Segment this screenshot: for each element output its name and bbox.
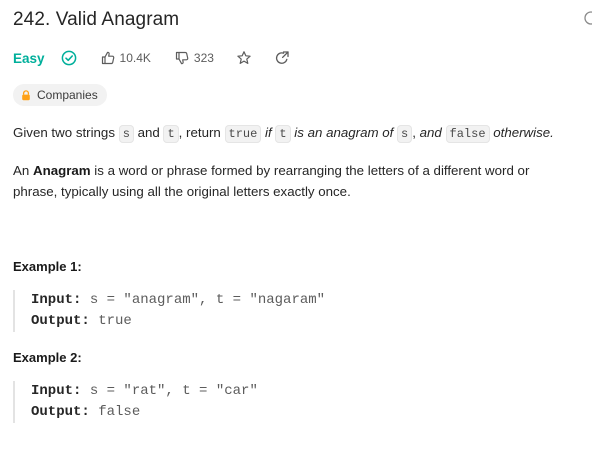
- example-block: Input: s = "rat", t = "car" Output: fals…: [13, 381, 553, 423]
- inline-code: false: [445, 125, 490, 143]
- like-count: 10.4K: [119, 51, 151, 65]
- input-label: Input:: [31, 292, 82, 308]
- description-paragraph: Given two strings s and t, return true i…: [13, 122, 573, 145]
- output-value: false: [89, 404, 141, 420]
- input-value: s = "anagram", t = "nagaram": [81, 292, 326, 308]
- text: Given two strings: [13, 125, 119, 140]
- lock-icon: [21, 89, 31, 101]
- star-icon[interactable]: [236, 50, 252, 66]
- companies-label: Companies: [37, 88, 98, 102]
- example-block: Input: s = "anagram", t = "nagaram" Outp…: [13, 290, 553, 332]
- description-paragraph: An Anagram is a word or phrase formed by…: [13, 160, 573, 202]
- inline-code: true: [224, 125, 262, 143]
- problem-title[interactable]: 242. Valid Anagram: [13, 9, 179, 31]
- example-output-line: Output: true: [31, 311, 553, 332]
- text: , return: [178, 125, 225, 140]
- example-input-line: Input: s = "anagram", t = "nagaram": [31, 290, 553, 311]
- text: is a word or phrase formed by rearrangin…: [13, 163, 530, 199]
- input-label: Input:: [31, 383, 82, 399]
- thumbs-down-icon: [174, 50, 190, 66]
- share-icon[interactable]: [274, 50, 290, 66]
- italic-text: and: [419, 125, 442, 140]
- example-title: Example 1:: [13, 259, 82, 274]
- like-button[interactable]: 10.4K: [100, 50, 151, 66]
- inline-code: s: [397, 125, 413, 143]
- difficulty-badge: Easy: [13, 50, 45, 66]
- output-label: Output:: [31, 313, 90, 329]
- bold-text: Anagram: [32, 163, 91, 178]
- italic-text: if: [265, 125, 272, 140]
- text: [442, 125, 446, 140]
- text: and: [133, 125, 164, 140]
- text: ,: [412, 125, 420, 140]
- example-output-line: Output: false: [31, 402, 553, 423]
- problem-description-panel: 242. Valid Anagram Easy 10.4K 323 Compan…: [0, 0, 592, 461]
- inline-code: t: [163, 125, 179, 143]
- companies-tag[interactable]: Companies: [13, 84, 107, 106]
- italic-text: otherwise.: [493, 125, 554, 140]
- input-value: s = "rat", t = "car": [81, 383, 258, 399]
- italic-text: is an anagram of: [294, 125, 394, 140]
- inline-code: t: [275, 125, 291, 143]
- title-row: 242. Valid Anagram: [13, 9, 179, 31]
- example-title: Example 2:: [13, 350, 82, 365]
- inline-code: s: [118, 125, 134, 143]
- problem-meta-row: Easy 10.4K 323: [13, 48, 290, 68]
- dislike-count: 323: [193, 51, 214, 65]
- thumbs-up-icon: [100, 50, 116, 66]
- output-label: Output:: [31, 404, 90, 420]
- check-circle-icon: [61, 50, 77, 66]
- example-input-line: Input: s = "rat", t = "car": [31, 381, 553, 402]
- dislike-button[interactable]: 323: [174, 50, 214, 66]
- clock-icon[interactable]: [584, 11, 592, 25]
- output-value: true: [89, 313, 132, 329]
- text: An: [13, 163, 33, 178]
